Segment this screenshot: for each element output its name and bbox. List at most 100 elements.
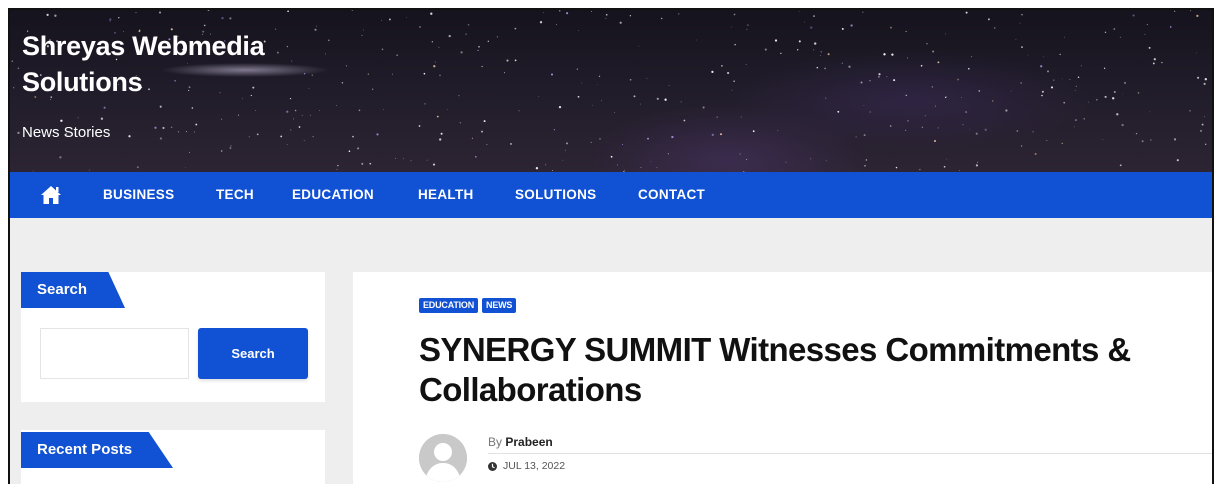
star [731,89,733,91]
meta-divider [488,453,1212,454]
star [1119,164,1122,167]
star [191,107,194,109]
nav-item-education[interactable]: EDUCATION [292,172,374,218]
star [591,11,592,12]
category-badge-education[interactable]: EDUCATION [419,298,479,313]
site-title-line-1[interactable]: Shreyas Webmedia [22,28,322,64]
star [381,48,384,51]
star [558,105,562,109]
star [336,168,338,170]
star [1077,76,1080,79]
star [1152,62,1155,65]
star [369,162,372,165]
star [1059,53,1061,56]
star [1176,159,1179,162]
star [1005,109,1008,112]
star [610,155,613,158]
nav-item-tech[interactable]: TECH [216,172,254,218]
star [514,27,517,30]
search-input[interactable] [40,328,189,379]
star [136,166,139,169]
category-badge-news[interactable]: NEWS [482,298,517,313]
star [1021,14,1023,16]
star [1153,58,1156,61]
nav-item-solutions[interactable]: SOLUTIONS [515,172,596,218]
star [1148,46,1151,49]
star [135,12,137,14]
search-widget: Search Search [21,272,325,402]
star [975,164,978,167]
star [850,24,853,27]
star [667,153,669,155]
star [968,68,970,70]
star [1103,67,1106,69]
star [919,168,921,171]
site-title-line-2[interactable]: Solutions [22,64,322,100]
star [430,12,433,15]
star [1069,79,1071,80]
star [361,162,364,165]
site-title[interactable]: Shreyas Webmedia Solutions [22,28,322,100]
star [1150,139,1152,141]
star [1189,110,1191,112]
star [599,138,601,140]
star [195,123,198,126]
star [804,21,805,23]
star [977,161,979,163]
star [396,54,398,56]
star [905,129,907,131]
star [1050,86,1054,89]
star [77,117,79,119]
star [1019,22,1021,24]
star [60,119,63,123]
star [678,13,680,15]
star [680,101,682,103]
star [716,116,718,118]
nav-item-business[interactable]: BUSINESS [103,172,174,218]
star [895,166,898,169]
star [13,87,15,89]
star [327,39,330,42]
user-avatar-icon[interactable] [419,434,467,482]
star [893,79,896,82]
star [671,135,674,139]
star [739,153,741,155]
star [419,26,421,28]
star [984,128,987,131]
nav-item-health[interactable]: HEALTH [418,172,474,218]
star [481,65,483,68]
star [975,132,978,135]
star [597,84,598,85]
star [506,59,509,62]
home-icon[interactable] [40,185,62,205]
star [813,49,815,51]
recent-posts-widget: Recent Posts [21,430,325,484]
star [605,17,607,19]
star [864,164,866,167]
star [1074,119,1077,122]
star [1204,78,1207,81]
author-link[interactable]: Prabeen [505,435,552,449]
star [483,120,486,123]
star [656,97,659,100]
star [553,129,556,131]
nav-item-contact[interactable]: CONTACT [638,172,705,218]
star [987,18,990,21]
star [432,163,436,166]
star [869,111,871,113]
search-button[interactable]: Search [198,328,308,379]
star [418,125,421,127]
star [221,150,223,152]
star [869,80,871,82]
star [17,67,20,70]
page-frame: Shreyas Webmedia Solutions News Stories … [8,8,1214,484]
star [774,39,778,42]
star [1063,101,1066,104]
star [946,158,947,160]
star [1121,93,1123,95]
star [154,126,157,129]
star [158,11,162,14]
star [746,159,748,160]
star [733,13,736,16]
search-widget-title: Search [21,272,125,308]
